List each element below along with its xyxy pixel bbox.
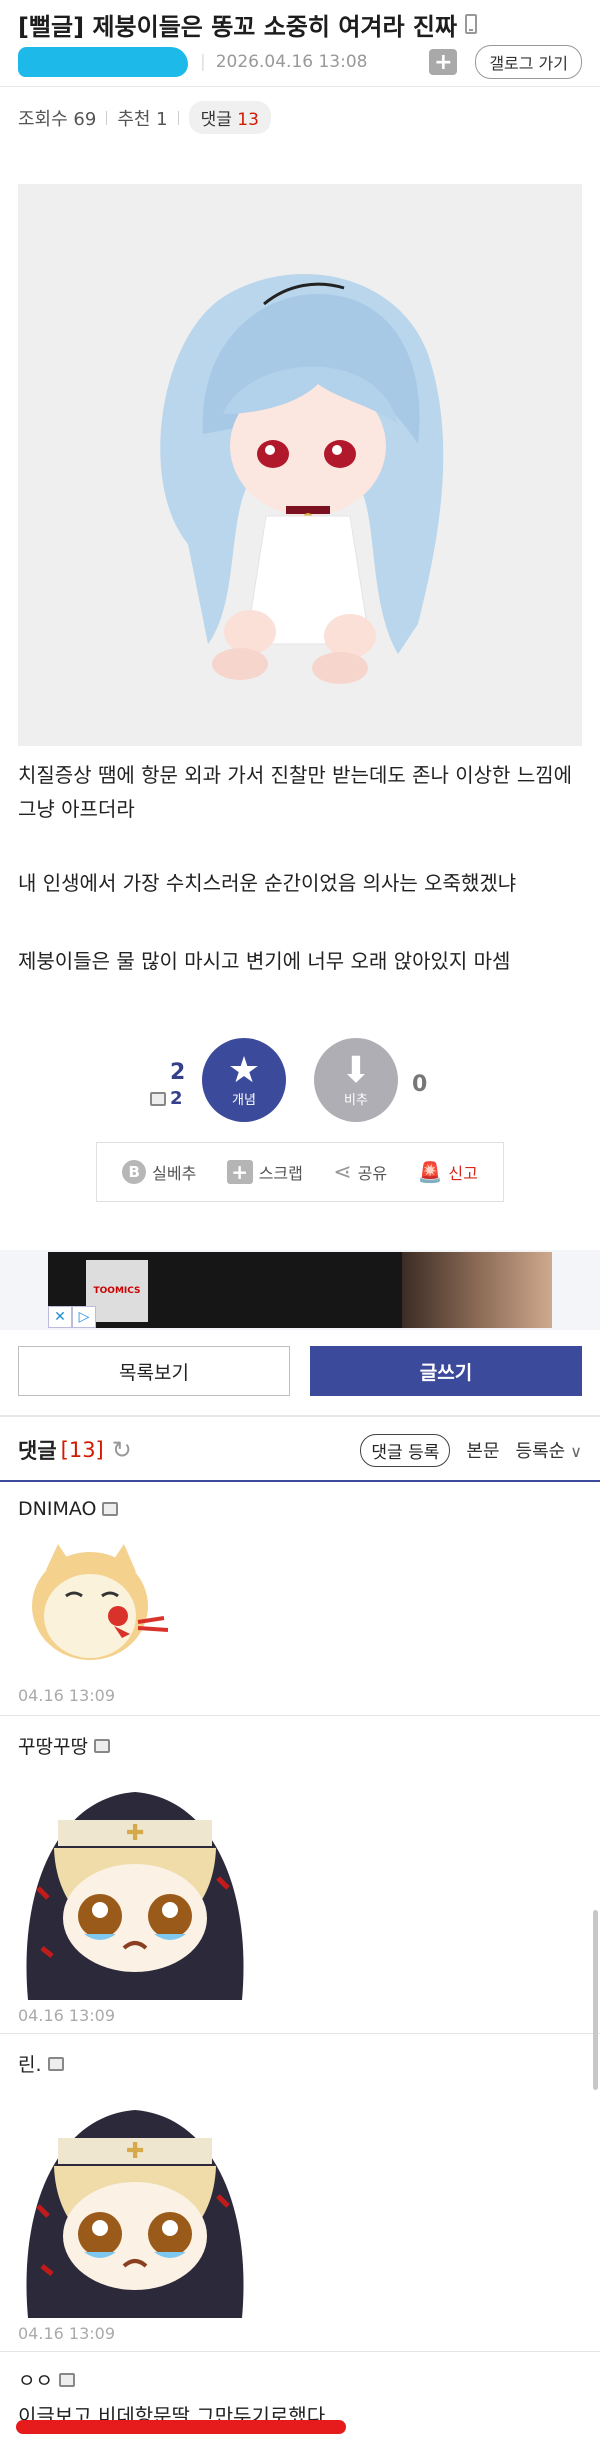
svg-text:✚: ✚ <box>126 2139 144 2164</box>
arrow-down-icon: ⬇ <box>340 1049 372 1091</box>
comment-nick-text: 꾸땅꾸땅 <box>18 1736 88 1758</box>
downvote-button[interactable]: ⬇ 비추 <box>314 1038 398 1122</box>
cat-sticker-art <box>18 1534 178 1674</box>
scrap-label: 스크랩 <box>258 1164 303 1183</box>
best-recommend-button[interactable]: B 실베추 <box>122 1160 196 1184</box>
svg-text:✚: ✚ <box>126 1821 144 1846</box>
divider: | <box>200 52 206 72</box>
ad-close-icon[interactable]: ✕ <box>48 1306 72 1328</box>
gallog-button[interactable]: 갤로그 가기 <box>475 45 582 79</box>
comment-nick-text: 린. <box>18 2054 42 2076</box>
fixed-user-icon <box>58 2372 75 2387</box>
comment-item: 꾸땅꾸땅 ✚ 04.16 13:09 <box>0 1716 600 2034</box>
post-title: [뻘글] 제붕이들은 똥꼬 소중히 여겨라 진짜 <box>18 12 458 41</box>
ad-image <box>402 1252 552 1328</box>
b-icon: B <box>122 1160 147 1184</box>
upvote-button[interactable]: ★ 개념 <box>202 1038 286 1122</box>
fixed-upvote-count: 2 <box>150 1088 183 1109</box>
comment-count-badge[interactable]: 댓글 13 <box>188 101 271 134</box>
gallery-add-icon[interactable]: + <box>429 49 458 75</box>
reaction-area: 2 2 ★ 개념 ⬇ 비추 0 <box>0 1038 600 1128</box>
comment-date: 04.16 13:09 <box>18 1686 115 1705</box>
best-recommend-label: 실베추 <box>152 1164 197 1183</box>
view-count: 조회수 69 <box>18 108 97 130</box>
comment-nick: 꾸땅꾸땅 <box>18 1732 110 1759</box>
comment-nick-text: ㅇㅇ <box>18 2370 53 2392</box>
scrollbar[interactable] <box>593 1910 598 2090</box>
scrap-button[interactable]: + 스크랩 <box>226 1160 303 1184</box>
ad-banner-area: TOOMICS ✕ ▷ <box>0 1250 600 1330</box>
nun-sticker-art: ✚ <box>18 1768 252 2000</box>
divider <box>0 86 600 87</box>
comment-date: 04.16 13:09 <box>18 2324 115 2343</box>
comment-item: ㅇㅇ 이글보고 비데항문딸 그만두기로했다 <box>0 2352 600 2457</box>
cat-sticker <box>18 1534 178 1674</box>
star-icon: ★ <box>227 1049 261 1091</box>
comments-header: 댓글 [13] ↻ 댓글 등록 본문 등록순 <box>18 1428 582 1472</box>
siren-icon: 🚨 <box>417 1160 443 1184</box>
refresh-icon[interactable]: ↻ <box>112 1436 132 1464</box>
fixed-user-icon <box>47 2056 64 2071</box>
fixed-user-icon <box>150 1091 166 1106</box>
nun-sticker-art: ✚ <box>18 2086 252 2318</box>
ad-banner[interactable]: TOOMICS <box>48 1252 552 1328</box>
upvote-label: 개념 <box>232 1092 256 1108</box>
red-marker-underline <box>16 2420 346 2434</box>
comments-count: [13] <box>60 1438 104 1462</box>
divider <box>0 1415 600 1417</box>
post-paragraph: 제붕이들은 물 많이 마시고 변기에 너무 오래 앉아있지 마셈 <box>18 949 511 973</box>
nun-sticker: ✚ <box>18 1768 252 2000</box>
comment-nick: DNIMAO <box>18 1498 119 1520</box>
plus-icon: + <box>226 1160 253 1184</box>
body-toggle[interactable]: 본문 <box>466 1437 499 1463</box>
share-button[interactable]: ⋖ 공유 <box>333 1160 387 1185</box>
comment-item: DNIMAO 04.16 13:09 <box>0 1482 600 1716</box>
comment-date: 04.16 13:09 <box>18 2006 115 2025</box>
recommend-count: 추천 1 <box>117 108 168 130</box>
divider <box>177 110 179 125</box>
upvote-count: 2 <box>170 1060 186 1085</box>
post-date: 2026.04.16 13:08 <box>215 52 368 72</box>
post-paragraph: 내 인생에서 가장 수치스러운 순간이었음 의사는 오죽했겠냐 <box>18 871 517 895</box>
share-label: 공유 <box>357 1164 388 1183</box>
chibi-girl-illustration <box>18 184 582 746</box>
downvote-count: 0 <box>412 1072 428 1097</box>
write-button[interactable]: 글쓰기 <box>310 1346 582 1396</box>
comment-item: 린. ✚ 04.16 13:09 <box>0 2034 600 2352</box>
report-button[interactable]: 🚨 신고 <box>417 1160 477 1184</box>
comment-nick-text: DNIMAO <box>18 1498 97 1520</box>
post-stats: 조회수 69 추천 1 댓글 13 <box>18 101 271 134</box>
post-image[interactable] <box>18 184 582 746</box>
comment-count: 13 <box>237 110 259 130</box>
comment-label: 댓글 <box>200 110 232 130</box>
divider <box>106 110 108 125</box>
post-action-bar: B 실베추 + 스크랩 ⋖ 공유 🚨 신고 <box>96 1142 504 1202</box>
author-redacted <box>18 47 188 77</box>
fixed-user-icon <box>93 1738 110 1753</box>
share-icon: ⋖ <box>333 1159 352 1185</box>
fixed-user-icon <box>102 1502 119 1516</box>
comment-nick: 린. <box>18 2050 64 2077</box>
sort-dropdown[interactable]: 등록순 <box>516 1437 582 1463</box>
post-paragraph: 치질증상 땜에 항문 외과 가서 진찰만 받는데도 존나 이상한 느낌에 그냥 … <box>18 763 573 821</box>
nun-sticker: ✚ <box>18 2086 252 2318</box>
mobile-icon <box>465 14 478 34</box>
ad-info-icon[interactable]: ▷ <box>72 1306 96 1328</box>
comment-register-button[interactable]: 댓글 등록 <box>360 1433 451 1467</box>
report-label: 신고 <box>448 1164 478 1183</box>
fixed-upvote-value: 2 <box>170 1088 183 1109</box>
downvote-label: 비추 <box>344 1092 368 1108</box>
post-header: [뻘글] 제붕이들은 똥꼬 소중히 여겨라 진짜 | 2026.04.16 13… <box>0 0 600 88</box>
ad-choices[interactable]: ✕ ▷ <box>48 1306 96 1328</box>
comment-nick: ㅇㅇ <box>18 2366 75 2393</box>
list-button[interactable]: 목록보기 <box>18 1346 290 1396</box>
comments-title: 댓글 <box>18 1439 57 1463</box>
